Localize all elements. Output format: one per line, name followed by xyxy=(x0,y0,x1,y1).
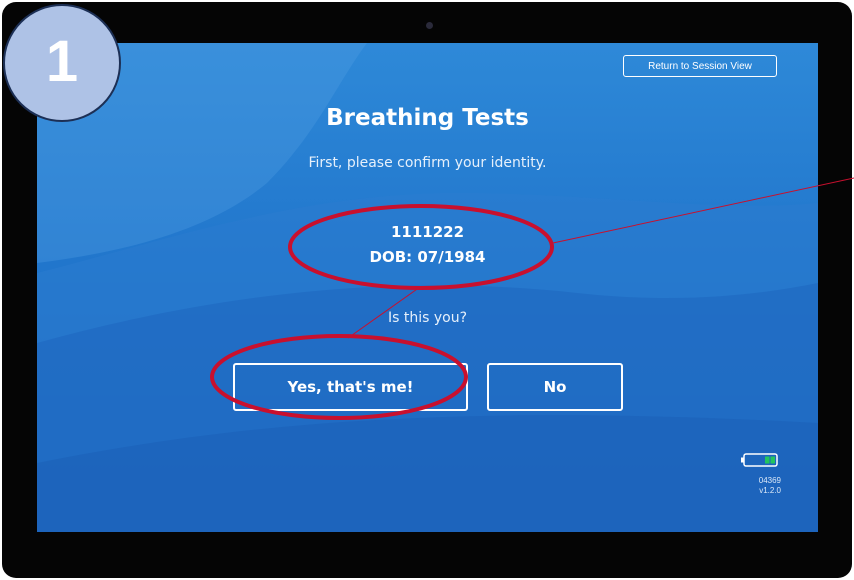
battery-icon xyxy=(741,453,778,467)
tablet-frame: Return to Session View Breathing Tests F… xyxy=(2,2,852,578)
page-subtitle: First, please confirm your identity. xyxy=(308,155,547,171)
device-serial: 04369 xyxy=(758,476,781,485)
app-screen: Return to Session View Breathing Tests F… xyxy=(37,43,818,532)
step-number-badge: 1 xyxy=(3,4,121,122)
page-title: Breathing Tests xyxy=(326,105,529,131)
patient-id: 1111222 xyxy=(390,223,465,241)
confirm-no-button[interactable]: No xyxy=(487,363,623,411)
confirm-yes-button[interactable]: Yes, that's me! xyxy=(233,363,468,411)
patient-dob: DOB: 07/1984 xyxy=(369,248,486,266)
app-version: v1.2.0 xyxy=(759,486,781,495)
camera-icon xyxy=(426,22,433,29)
confirm-question: Is this you? xyxy=(387,310,468,326)
return-to-session-button[interactable]: Return to Session View xyxy=(623,55,777,77)
